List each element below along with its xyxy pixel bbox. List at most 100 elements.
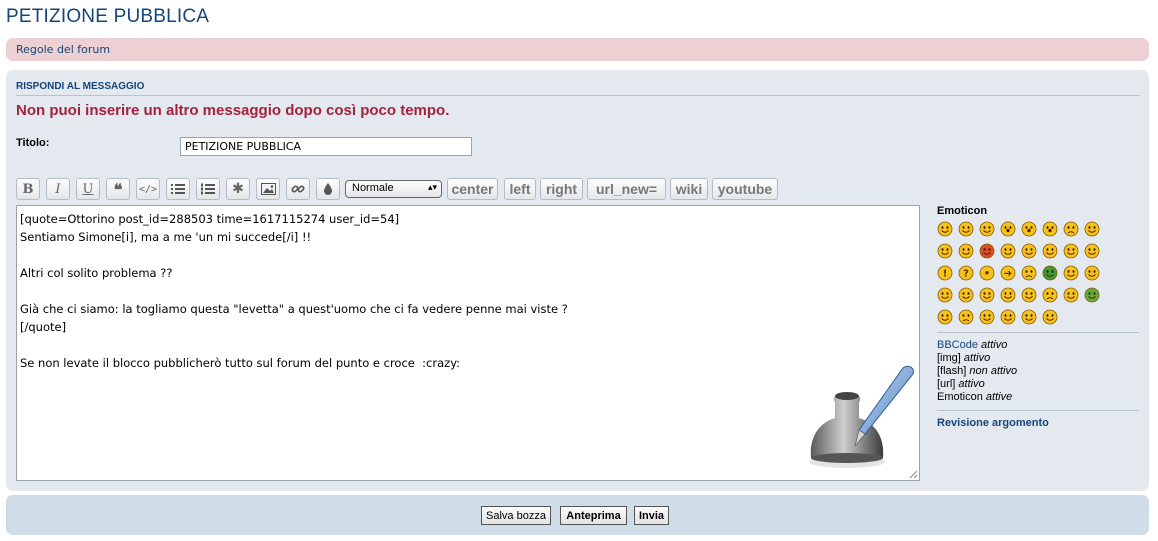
wink-emoticon-icon[interactable] <box>979 221 995 237</box>
confused-emoticon-icon[interactable] <box>1063 221 1079 237</box>
svg-text:!: ! <box>943 269 948 280</box>
happy-emoticon-icon[interactable] <box>1000 309 1016 325</box>
tongue-emoticon-icon[interactable] <box>937 243 953 259</box>
sad-emoticon-icon[interactable] <box>1021 265 1037 281</box>
smile-alt-emoticon-icon[interactable] <box>1063 243 1079 259</box>
url-state: attivo <box>958 378 985 390</box>
editor-line: Altri col solito problema ?? <box>20 266 173 280</box>
topic-review-link[interactable]: Revisione argomento <box>937 417 1139 429</box>
rolling-emoticon-icon[interactable] <box>1063 287 1079 303</box>
emoticon-grid: !? • ➔ <box>937 221 1139 325</box>
crying-emoticon-icon[interactable] <box>1042 287 1058 303</box>
image-icon[interactable] <box>256 178 280 200</box>
neutral-glasses-emoticon-icon[interactable] <box>1084 243 1100 259</box>
title-label: Titolo: <box>16 137 50 149</box>
divider <box>937 332 1139 333</box>
flash-label: [flash] <box>937 365 967 377</box>
underline-icon[interactable]: U <box>76 178 100 200</box>
save-draft-button[interactable]: Salva bozza <box>481 506 551 525</box>
mad-emoticon-icon[interactable] <box>958 243 974 259</box>
editor-line: Se non levate il blocco pubblicherò tutt… <box>20 356 461 370</box>
sidebar: Emoticon !? • ➔ BBCode attivo [img] attivo… <box>937 205 1139 429</box>
editor-line: [/quote] <box>20 320 67 334</box>
list-icon[interactable] <box>166 178 190 200</box>
font-size-select[interactable]: Normale ▴▾ <box>345 180 442 198</box>
left-button[interactable]: left <box>504 178 536 200</box>
youtube-button[interactable]: youtube <box>712 178 778 200</box>
blush-emoticon-icon[interactable] <box>937 309 953 325</box>
surprised-emoticon-icon[interactable] <box>1021 221 1037 237</box>
rules-bar: Regole del forum <box>6 38 1149 61</box>
forum-rules-link[interactable]: Regole del forum <box>16 43 110 56</box>
url-new-button[interactable]: url_new= <box>587 178 666 200</box>
ugh-emoticon-icon[interactable] <box>958 309 974 325</box>
flash-state: non attivo <box>969 365 1018 377</box>
dunno-emoticon-icon[interactable] <box>1000 287 1016 303</box>
code-icon[interactable]: </> <box>136 178 160 200</box>
geek-emoticon-icon[interactable] <box>1063 265 1079 281</box>
img-status: [img] attivo <box>937 352 1139 365</box>
color-icon[interactable] <box>316 178 340 200</box>
bbcode-state: attivo <box>981 339 1008 351</box>
idea-emoticon-icon[interactable]: • <box>979 265 995 281</box>
laughing-emoticon-icon[interactable] <box>937 221 953 237</box>
emoticon-state: attive <box>985 391 1013 403</box>
list-item-icon[interactable]: ✱ <box>226 178 250 200</box>
question-emoticon-icon[interactable]: ? <box>958 265 974 281</box>
bold-icon[interactable]: B <box>16 178 40 200</box>
green-grin-emoticon-icon[interactable] <box>1042 265 1058 281</box>
submit-panel: Salva bozza Anteprima Invia <box>6 495 1149 535</box>
right-button[interactable]: right <box>540 178 583 200</box>
preview-button[interactable]: Anteprima <box>560 506 627 525</box>
arrow-emoticon-icon[interactable]: ➔ <box>1000 265 1016 281</box>
inkwell-pen-icon <box>809 365 914 468</box>
exclaim-emoticon-icon[interactable]: ! <box>937 265 953 281</box>
thumbs-emoticon-icon[interactable] <box>979 309 995 325</box>
editor-line: Già che ci siamo: la togliamo questa "le… <box>20 302 568 316</box>
evil-emoticon-icon[interactable] <box>1042 243 1058 259</box>
angry-emoticon-icon[interactable] <box>937 287 953 303</box>
cheers-emoticon-icon[interactable] <box>1021 309 1037 325</box>
center-button[interactable]: center <box>447 178 498 200</box>
reply-panel: RISPONDI AL MESSAGGIO Non puoi inserire … <box>6 70 1149 491</box>
meh-emoticon-icon[interactable] <box>1042 309 1058 325</box>
quote-icon[interactable]: ❝ <box>106 178 130 200</box>
message-textarea[interactable]: [quote=Ottorino post_id=288503 time=1617… <box>16 205 920 481</box>
sick-emoticon-icon[interactable] <box>1084 287 1100 303</box>
sleepy-emoticon-icon[interactable] <box>979 287 995 303</box>
flash-status: [flash] non attivo <box>937 365 1139 378</box>
shy-emoticon-icon[interactable] <box>1000 221 1016 237</box>
cool-emoticon-icon[interactable] <box>1084 221 1100 237</box>
page-title: PETIZIONE PUBBLICA <box>6 6 210 27</box>
title-input[interactable] <box>180 137 472 156</box>
img-state: attivo <box>963 352 991 364</box>
nerd-emoticon-icon[interactable] <box>1084 265 1100 281</box>
ordered-list-icon[interactable] <box>196 178 220 200</box>
roll-eyes-emoticon-icon[interactable] <box>1000 243 1016 259</box>
italic-icon[interactable]: I <box>46 178 70 200</box>
red-angry-emoticon-icon[interactable] <box>979 243 995 259</box>
bbcode-link[interactable]: BBCode <box>937 339 978 351</box>
link-icon[interactable] <box>286 178 310 200</box>
wave-emoticon-icon[interactable] <box>958 287 974 303</box>
svg-text:?: ? <box>963 269 969 280</box>
grin-emoticon-icon[interactable] <box>958 221 974 237</box>
url-status: [url] attivo <box>937 378 1139 391</box>
reply-heading: RISPONDI AL MESSAGGIO <box>16 81 1140 96</box>
error-message: Non puoi inserire un altro messaggio dop… <box>16 102 450 119</box>
font-size-value: Normale <box>352 182 394 194</box>
twisted-emoticon-icon[interactable] <box>1021 243 1037 259</box>
emoticon-status: Emoticon attive <box>937 391 1139 404</box>
eek-emoticon-icon[interactable] <box>1042 221 1058 237</box>
submit-button[interactable]: Invia <box>634 506 669 525</box>
wiki-button[interactable]: wiki <box>670 178 708 200</box>
resize-handle-icon[interactable] <box>908 469 918 479</box>
editor-line: [quote=Ottorino post_id=288503 time=1617… <box>20 212 400 226</box>
whistle-emoticon-icon[interactable] <box>1021 287 1037 303</box>
svg-text:•: • <box>984 269 990 280</box>
img-label: [img] <box>937 352 961 364</box>
bbcode-status: BBCode attivo <box>937 339 1139 352</box>
